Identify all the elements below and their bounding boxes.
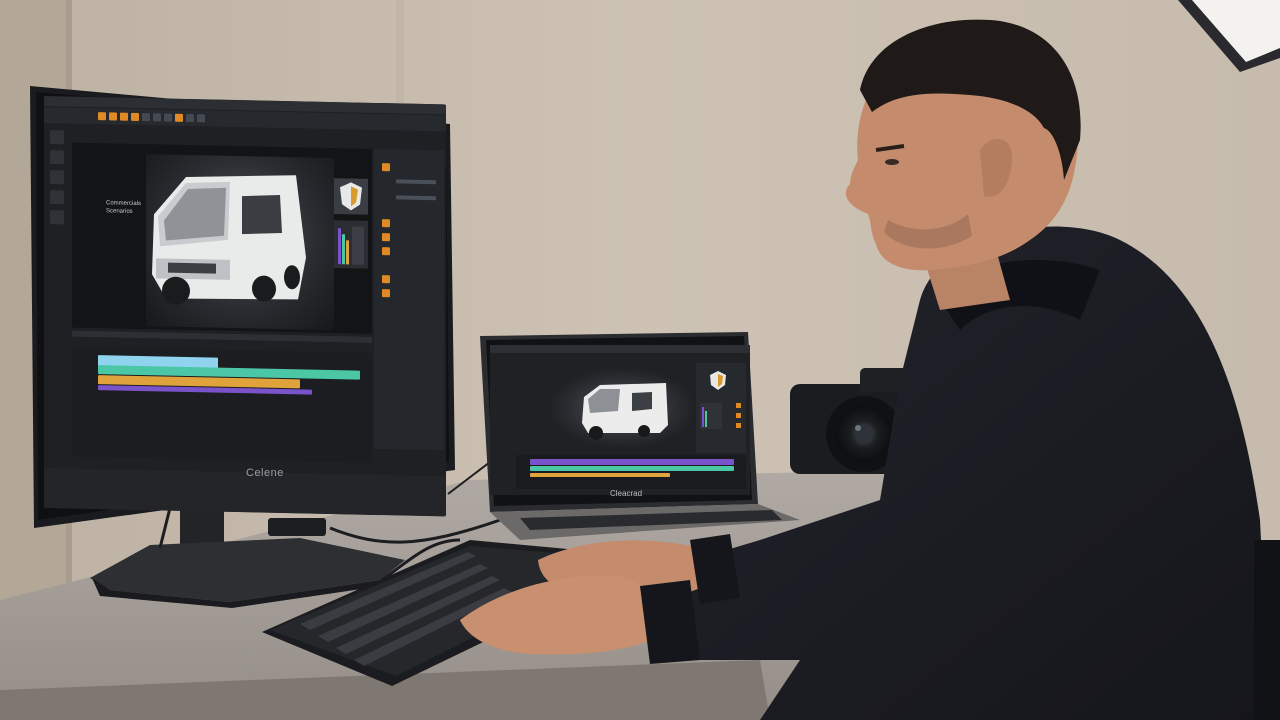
tool-button[interactable] [98,112,106,121]
tool-button[interactable] [164,113,172,122]
tool-button[interactable] [197,114,205,123]
orange-swatch[interactable] [382,247,390,256]
tool-button[interactable] [120,112,128,121]
3d-viewport[interactable]: Commercials Scenarios [72,142,372,334]
timeline-track[interactable] [530,459,734,465]
orange-swatch[interactable] [382,233,390,242]
orange-swatch[interactable] [382,219,390,228]
shield-badge-icon [700,371,741,429]
timeline-panel[interactable] [72,346,372,463]
tool-icon[interactable] [50,130,64,145]
tool-button[interactable] [186,113,194,123]
orange-swatch[interactable] [382,289,390,298]
timeline-track[interactable] [530,473,670,477]
van-model-icon [152,175,306,305]
tool-button[interactable] [142,113,150,122]
properties-panel [374,148,444,451]
viewport-label: Commercials Scenarios [106,199,141,216]
histogram-panel [334,220,368,269]
tool-icon[interactable] [50,170,64,185]
orange-swatch[interactable] [382,275,390,284]
viewport-subtitle: Scenarios [106,208,133,215]
van-model-icon [582,383,668,440]
laptop-brand-logo: Cleacrad [610,489,643,498]
monitor-screen: Commercials Scenarios [44,96,446,517]
shield-badge-icon [334,178,368,215]
laptop-viewport[interactable] [548,367,696,449]
chair [1254,540,1280,720]
orange-swatch[interactable] [382,163,390,172]
status-bar [44,468,446,517]
slider[interactable] [396,195,436,201]
laptop-properties-panel [696,363,746,453]
monitor-brand-logo: Celene [246,467,284,479]
tool-button[interactable] [109,112,117,121]
laptop-timeline[interactable] [516,455,746,489]
timeline-track[interactable] [530,466,734,471]
tool-icon[interactable] [50,190,64,205]
tool-icon[interactable] [50,150,64,165]
usb-device [268,518,326,536]
slider[interactable] [396,179,436,185]
tool-button[interactable] [175,113,183,122]
tool-icon[interactable] [50,210,64,225]
tool-button[interactable] [153,113,161,122]
viewport-render [146,154,334,331]
tool-button[interactable] [131,112,139,121]
laptop-screen [490,345,750,495]
laptop-menu-bar [490,345,750,353]
left-toolbar [50,130,64,360]
